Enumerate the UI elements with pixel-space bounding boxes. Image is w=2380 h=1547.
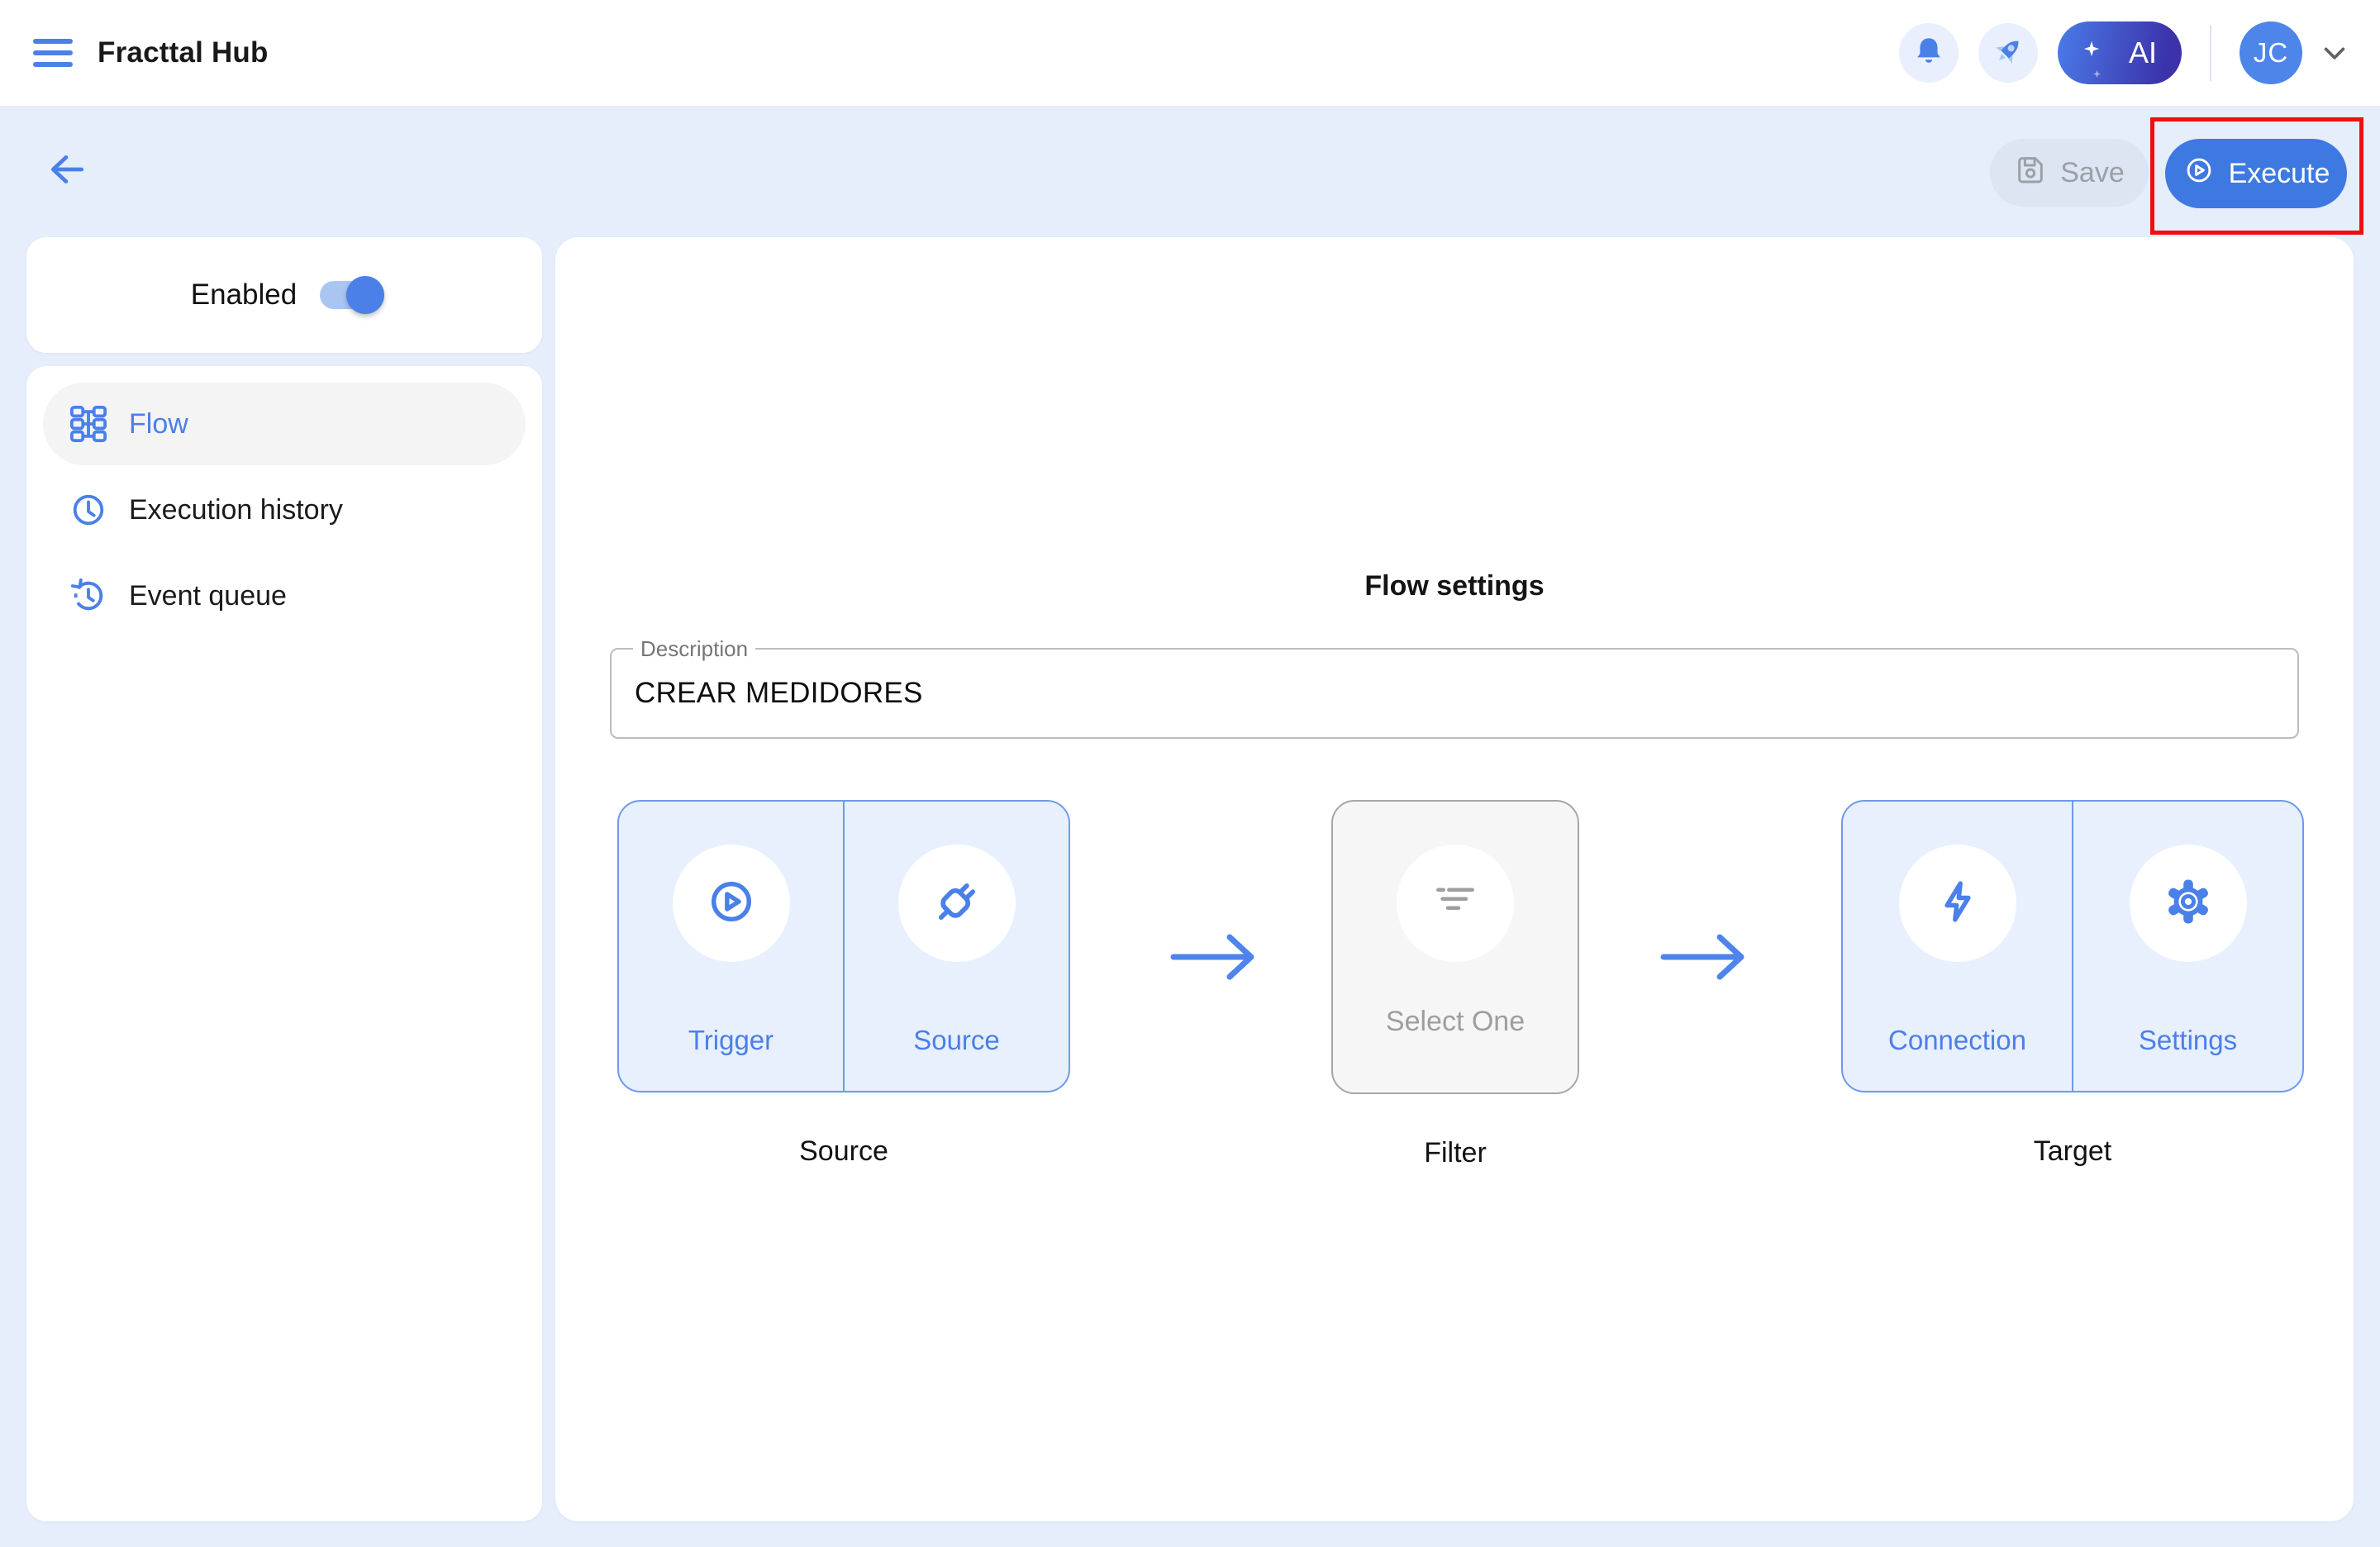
- top-right-actions: AI JC: [1899, 21, 2347, 84]
- flow-settings-panel: Flow settings Description T: [555, 237, 2354, 1521]
- filter-group: Select One Filter: [1331, 800, 1579, 1169]
- play-circle-icon: [2182, 154, 2216, 194]
- ai-button-label: AI: [2129, 36, 2157, 70]
- app-title: Fracttal Hub: [98, 36, 269, 69]
- connection-icon-circle: [1899, 845, 2016, 962]
- whats-new-button[interactable]: [1978, 23, 2038, 83]
- page-title: Flow settings: [555, 570, 2354, 602]
- save-button-label: Save: [2060, 157, 2125, 189]
- target-caption: Target: [1841, 1135, 2304, 1168]
- chevron-down-icon[interactable]: [2322, 42, 2347, 64]
- sidebar-item-label: Execution history: [129, 494, 343, 526]
- sparkle-icon: [2082, 40, 2101, 62]
- top-bar: Fracttal Hub: [0, 0, 2380, 106]
- settings-card[interactable]: Settings: [2073, 802, 2302, 1091]
- filter-placeholder: Select One: [1333, 1006, 1578, 1038]
- sidebar-item-flow[interactable]: Flow: [43, 383, 526, 465]
- source-group-card: Trigger: [617, 800, 1070, 1092]
- target-group: Connection: [1841, 800, 2304, 1168]
- divider: [2210, 25, 2211, 81]
- sidebar-item-execution-history[interactable]: Execution history: [43, 469, 526, 551]
- save-icon: [2014, 153, 2047, 193]
- source-caption: Source: [617, 1135, 1070, 1168]
- rocket-icon: [1990, 33, 2026, 74]
- connection-label: Connection: [1843, 1025, 2072, 1056]
- settings-label: Settings: [2073, 1025, 2302, 1056]
- connection-card[interactable]: Connection: [1843, 802, 2073, 1091]
- ai-button[interactable]: AI: [2058, 21, 2182, 84]
- toggle-knob: [346, 276, 384, 314]
- gear-icon: [2163, 876, 2214, 931]
- bell-icon: [1911, 33, 1947, 74]
- description-field: Description: [610, 648, 2299, 739]
- trigger-icon-circle: [673, 845, 790, 962]
- arrow-right-icon: [1657, 927, 1753, 987]
- sidebar-item-event-queue[interactable]: Event queue: [43, 555, 526, 637]
- settings-icon-circle: [2130, 845, 2247, 962]
- back-button[interactable]: [46, 150, 88, 192]
- execute-button-label: Execute: [2229, 158, 2330, 190]
- filter-icon: [1430, 876, 1481, 931]
- hamburger-menu-icon[interactable]: [33, 34, 73, 72]
- sidebar-menu: Flow Execution history Event queue: [26, 366, 542, 1521]
- arrow-right-icon: [1167, 927, 1263, 987]
- avatar[interactable]: JC: [2240, 21, 2302, 84]
- arrow-left-icon: [47, 150, 87, 193]
- filter-caption: Filter: [1331, 1137, 1579, 1169]
- plug-icon: [931, 876, 983, 931]
- play-circle-icon: [706, 876, 757, 931]
- sidebar-item-label: Event queue: [129, 580, 287, 612]
- sparkle-icon: [2092, 68, 2102, 83]
- trigger-label: Trigger: [619, 1025, 843, 1056]
- clock-icon: [69, 491, 107, 529]
- sidebar-item-label: Flow: [129, 408, 188, 440]
- enabled-label: Enabled: [191, 278, 297, 312]
- notifications-button[interactable]: [1899, 23, 1959, 83]
- target-group-card: Connection: [1841, 800, 2304, 1092]
- filter-icon-circle: [1397, 845, 1514, 962]
- source-label: Source: [845, 1025, 1069, 1056]
- source-icon-circle: [898, 845, 1016, 962]
- page: Fracttal Hub: [0, 0, 2380, 1547]
- source-group: Trigger: [617, 800, 1070, 1168]
- save-button[interactable]: Save: [1990, 139, 2149, 207]
- history-icon: [69, 577, 107, 615]
- source-connector-card[interactable]: Source: [845, 802, 1069, 1091]
- lightning-icon: [1932, 876, 1983, 931]
- enabled-toggle[interactable]: [320, 281, 378, 309]
- flow-icon: [69, 405, 107, 443]
- description-input[interactable]: [612, 650, 2297, 737]
- execute-button[interactable]: Execute: [2165, 139, 2347, 208]
- trigger-card[interactable]: Trigger: [619, 802, 845, 1091]
- enabled-card: Enabled: [26, 237, 542, 353]
- filter-card[interactable]: Select One: [1331, 800, 1579, 1094]
